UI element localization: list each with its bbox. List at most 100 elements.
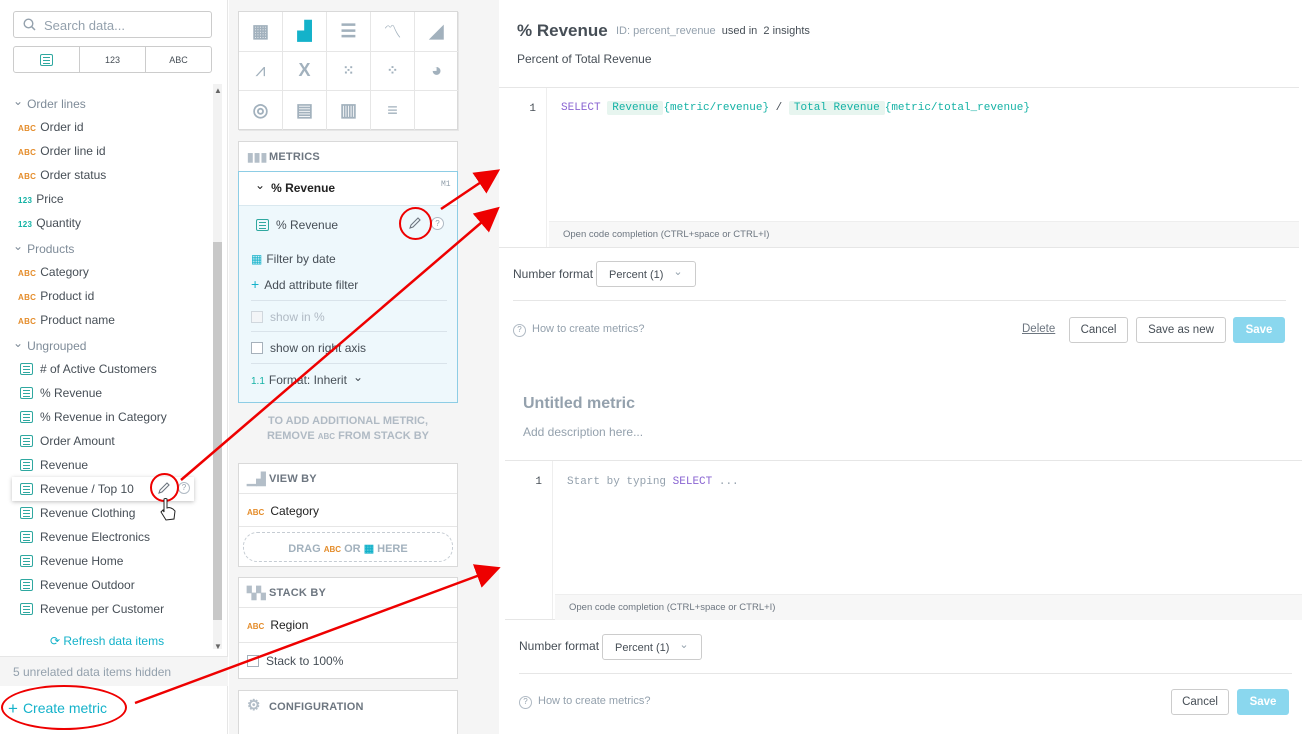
drop-zone[interactable]: DRAG ABC OR ▦ HERE <box>243 532 453 562</box>
area-chart-icon[interactable]: ◢ <box>415 12 459 52</box>
help-icon[interactable]: ? <box>178 482 190 494</box>
metric-title[interactable]: % Revenue <box>517 21 608 41</box>
scrollbar-thumb[interactable] <box>213 242 222 620</box>
list-item[interactable]: 123 Quantity <box>18 216 81 230</box>
list-item[interactable]: Revenue per Customer <box>20 602 164 616</box>
line-chart-icon[interactable]: 〽 <box>371 12 415 52</box>
metric-description[interactable]: Percent of Total Revenue <box>517 52 652 66</box>
help-link[interactable]: How to create metrics? <box>513 323 644 337</box>
list-item[interactable]: ABC Category <box>18 265 89 279</box>
heatmap-icon[interactable]: ▥ <box>327 91 371 131</box>
cancel-button[interactable]: Cancel <box>1069 317 1128 343</box>
metric-item-card: ⌄% Revenue M1 % Revenue ? ▦ Filter by dat… <box>238 171 458 403</box>
divider <box>251 300 447 301</box>
filter-by-date-button[interactable]: ▦ Filter by date <box>251 252 336 266</box>
checkbox-icon <box>251 342 263 354</box>
metric-icon <box>20 435 33 447</box>
metric-icon <box>20 363 33 375</box>
checkbox-icon <box>247 655 259 667</box>
metrics-title: METRICS <box>269 151 320 163</box>
list-item[interactable]: Revenue Electronics <box>20 530 150 544</box>
refresh-data-items-link[interactable]: ⟳ Refresh data items <box>50 634 164 648</box>
stack-by-title: STACK BY <box>269 587 327 599</box>
list-item[interactable]: Revenue Outdoor <box>20 578 135 592</box>
list-item-label: % Revenue in Category <box>40 410 167 424</box>
metric-icon <box>20 387 33 399</box>
maql-editor[interactable]: 1 SELECT Revenue {metric/revenue} / Total… <box>499 87 1299 248</box>
list-item[interactable]: ABC Order line id <box>18 144 106 158</box>
code-placeholder[interactable]: Start by typing SELECT ... <box>567 476 739 488</box>
column-chart-icon[interactable]: ▟ <box>283 12 327 52</box>
list-item[interactable]: Revenue Home <box>20 554 123 568</box>
list-item[interactable]: ABC Order status <box>18 168 106 182</box>
number-format-label: Number format <box>519 639 600 653</box>
save-button[interactable]: Save <box>1237 689 1289 715</box>
code-completion-hint[interactable]: Open code completion (CTRL+space or CTRL… <box>549 221 1299 247</box>
stack-by-item[interactable]: ABC Region <box>247 618 308 632</box>
list-item[interactable]: 123 Price <box>18 192 64 206</box>
help-link[interactable]: How to create metrics? <box>519 695 650 709</box>
list-item[interactable]: % Revenue <box>20 386 102 400</box>
list-item[interactable]: ABC Product name <box>18 313 115 327</box>
number-format-dropdown[interactable]: Percent (1) <box>602 634 702 660</box>
divider <box>251 331 447 332</box>
bullet-chart-icon[interactable]: ≡ <box>371 91 415 131</box>
treemap-icon[interactable]: ▤ <box>283 91 327 131</box>
group-order-lines[interactable]: Order lines <box>13 97 86 111</box>
show-in-percent-checkbox[interactable]: show in % <box>251 310 325 324</box>
metrics-bucket: ▮▮▮ METRICS <box>238 141 458 171</box>
list-item[interactable]: % Revenue in Category <box>20 410 167 424</box>
filter-metrics-button[interactable] <box>14 47 80 72</box>
code-line[interactable]: SELECT Revenue {metric/revenue} / Total R… <box>561 101 1030 115</box>
list-item-label: Product name <box>40 313 115 327</box>
maql-editor[interactable]: 1 Start by typing SELECT ... Open code c… <box>505 460 1302 620</box>
save-button[interactable]: Save <box>1233 317 1285 343</box>
list-item-label: Revenue Electronics <box>40 530 151 544</box>
group-ungrouped[interactable]: Ungrouped <box>13 339 86 353</box>
pie-chart-icon[interactable]: ◕ <box>415 51 459 92</box>
list-item[interactable]: Revenue / Top 10 <box>20 482 134 496</box>
chevron-down-icon[interactable]: ⌄ <box>255 178 265 192</box>
bubble-chart-icon[interactable]: ⁘ <box>371 51 415 92</box>
code-completion-hint[interactable]: Open code completion (CTRL+space or CTRL… <box>555 594 1302 620</box>
headline-icon[interactable]: X <box>283 51 327 92</box>
stack-to-100-checkbox[interactable]: Stack to 100% <box>247 654 343 668</box>
search-input[interactable]: Search data... <box>13 11 212 38</box>
metric-header-label[interactable]: ⌄% Revenue <box>255 178 335 195</box>
list-item-label: Category <box>40 265 89 279</box>
filter-attributes-button[interactable]: ABC <box>146 47 211 72</box>
scroll-down-icon[interactable]: ▼ <box>214 642 222 651</box>
bar-chart-icon[interactable]: ☰ <box>327 12 371 52</box>
configuration-section[interactable]: ⚙ CONFIGURATION <box>238 690 458 734</box>
filter-numbers-button[interactable]: 123 <box>80 47 146 72</box>
metric-description-input[interactable]: Add description here... <box>523 425 643 439</box>
group-products[interactable]: Products <box>13 242 74 256</box>
add-attribute-filter-button[interactable]: + Add attribute filter <box>251 276 358 292</box>
save-as-new-button[interactable]: Save as new <box>1136 317 1226 343</box>
table-chart-icon[interactable]: ▦ <box>239 12 283 52</box>
show-on-right-axis-checkbox[interactable]: show on right axis <box>251 341 366 355</box>
list-item[interactable]: Order Amount <box>20 434 115 448</box>
view-by-item[interactable]: ABC Category <box>247 504 319 518</box>
number-format-dropdown[interactable]: Percent (1) <box>596 261 696 287</box>
calendar-icon: ▦ <box>251 252 263 266</box>
stack-by-bucket: ▚▚ STACK BY ABC Region Stack to 100% <box>238 577 458 679</box>
help-icon[interactable]: ? <box>431 217 444 230</box>
combo-chart-icon[interactable]: ⩘ <box>239 51 283 92</box>
list-item[interactable]: # of Active Customers <box>20 362 157 376</box>
list-item[interactable]: ABC Product id <box>18 289 94 303</box>
donut-chart-icon[interactable]: ◎ <box>239 91 283 131</box>
list-item[interactable]: Revenue <box>20 458 88 472</box>
annotation-ellipse <box>1 685 127 730</box>
list-item[interactable]: ABC Order id <box>18 120 84 134</box>
list-item[interactable]: Revenue Clothing <box>20 506 135 520</box>
scatter-plot-icon[interactable]: ⁙ <box>327 51 371 92</box>
delete-button[interactable]: Delete <box>1022 323 1055 335</box>
scroll-up-icon[interactable]: ▲ <box>214 86 222 95</box>
metric-title[interactable]: Untitled metric <box>523 395 635 413</box>
empty-slot <box>415 91 459 131</box>
refresh-icon: ⟳ <box>50 634 64 648</box>
format-dropdown[interactable]: 1.1 Format: Inherit ⌄ <box>251 370 363 387</box>
stack-by-icon: ▚▚ <box>247 586 266 600</box>
cancel-button[interactable]: Cancel <box>1171 689 1229 715</box>
